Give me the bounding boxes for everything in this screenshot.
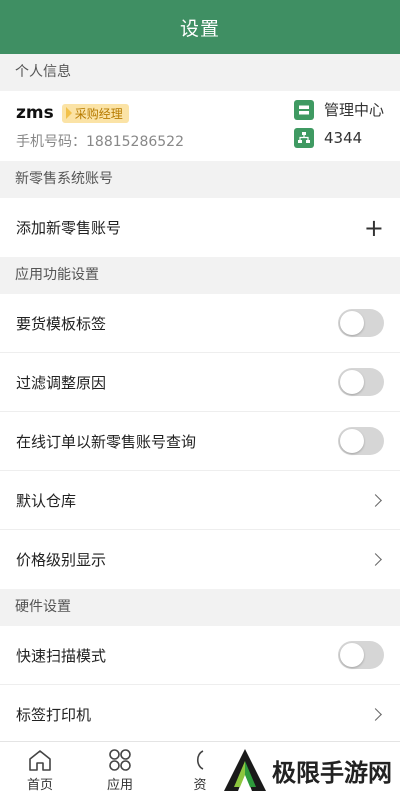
top-bar: 设置 bbox=[0, 0, 400, 54]
chevron-right-icon bbox=[369, 493, 382, 507]
setting-label: 在线订单以新零售账号查询 bbox=[16, 432, 197, 451]
setting-label: 过滤调整原因 bbox=[16, 373, 107, 392]
toggle-switch[interactable] bbox=[338, 368, 384, 396]
add-retail-account-label: 添加新零售账号 bbox=[16, 219, 122, 237]
resource-icon bbox=[196, 750, 204, 770]
section-app-settings: 应用功能设置 bbox=[0, 257, 400, 294]
watermark-text: 极限手游网 bbox=[272, 758, 392, 787]
org-chart-icon bbox=[293, 128, 314, 148]
setting-label: 默认仓库 bbox=[16, 491, 77, 510]
setting-label: 快速扫描模式 bbox=[16, 646, 107, 665]
add-retail-account-row[interactable]: 添加新零售账号 + bbox=[0, 198, 400, 257]
setting-row-order-template-tag[interactable]: 要货模板标签 bbox=[0, 294, 400, 353]
watermark-logo-icon bbox=[224, 749, 266, 791]
toggle-switch[interactable] bbox=[338, 309, 384, 337]
management-center-label: 管理中心 bbox=[323, 101, 384, 119]
setting-row-label-printer[interactable]: 标签打印机 bbox=[0, 685, 400, 744]
home-icon bbox=[29, 750, 51, 771]
role-label: 采购经理 bbox=[74, 106, 123, 121]
tab-apps[interactable]: 应用 bbox=[80, 742, 160, 799]
profile-card[interactable]: zms 采购经理 手机号码：18815286522 管理中心 4344 bbox=[0, 91, 400, 161]
tab-apps-label: 应用 bbox=[106, 778, 133, 793]
chevron-right-icon bbox=[369, 553, 382, 566]
watermark: 极限手游网 bbox=[222, 747, 392, 793]
page-title: 设置 bbox=[179, 17, 220, 40]
organization-link[interactable]: 4344 bbox=[293, 128, 384, 148]
tab-resources-label: 资 bbox=[193, 778, 207, 793]
setting-row-default-warehouse[interactable]: 默认仓库 bbox=[0, 471, 400, 530]
setting-label: 价格级别显示 bbox=[16, 551, 107, 569]
toggle-switch[interactable] bbox=[338, 641, 384, 669]
setting-label: 要货模板标签 bbox=[16, 314, 107, 333]
setting-row-online-order-query[interactable]: 在线订单以新零售账号查询 bbox=[0, 412, 400, 471]
plus-icon[interactable]: + bbox=[364, 216, 384, 240]
section-hardware-settings: 硬件设置 bbox=[0, 589, 400, 626]
section-retail-account: 新零售系统账号 bbox=[0, 161, 400, 198]
organization-label: 4344 bbox=[323, 129, 363, 147]
tab-home-label: 首页 bbox=[26, 778, 53, 793]
section-personal-info: 个人信息 bbox=[0, 54, 400, 91]
setting-label: 标签打印机 bbox=[16, 706, 92, 724]
user-name: zms bbox=[16, 103, 54, 123]
management-center-link[interactable]: 管理中心 bbox=[293, 99, 384, 120]
role-badge: 采购经理 bbox=[61, 103, 129, 123]
setting-row-price-level[interactable]: 价格级别显示 bbox=[0, 530, 400, 589]
toggle-switch[interactable] bbox=[338, 427, 384, 455]
server-icon bbox=[293, 99, 314, 120]
tab-home[interactable]: 首页 bbox=[0, 742, 80, 799]
flag-icon bbox=[65, 107, 72, 119]
apps-grid-icon bbox=[109, 749, 131, 771]
chevron-right-icon bbox=[369, 708, 382, 721]
setting-row-filter-adjust-reason[interactable]: 过滤调整原因 bbox=[0, 353, 400, 412]
setting-row-fast-scan[interactable]: 快速扫描模式 bbox=[0, 626, 400, 685]
